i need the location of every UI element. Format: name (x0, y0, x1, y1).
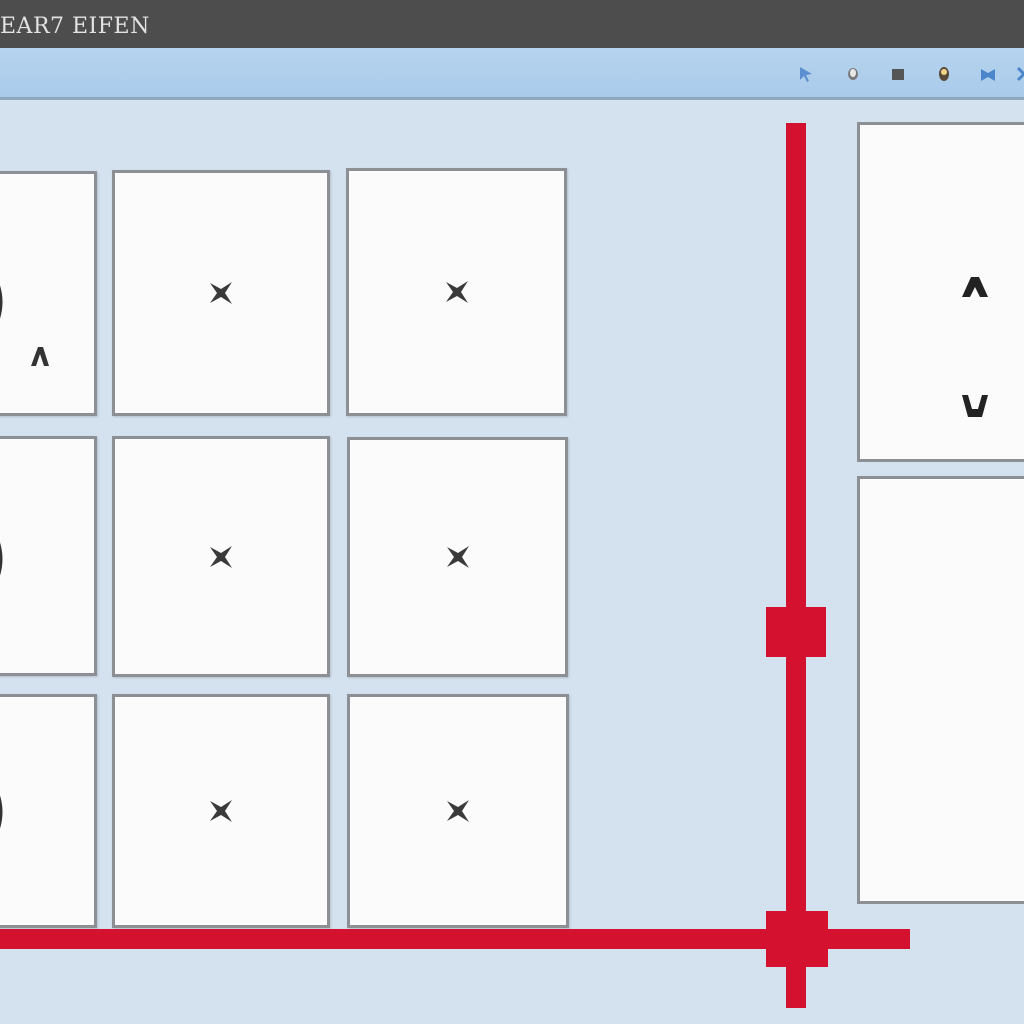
down-caret-icon[interactable] (960, 393, 990, 419)
bookmark-icon[interactable] (978, 64, 998, 84)
guide-handle[interactable] (766, 607, 826, 657)
grid-tile[interactable] (0, 171, 97, 416)
pointer-icon[interactable] (796, 64, 816, 84)
grid-tile[interactable] (0, 694, 97, 928)
grid-tile[interactable] (0, 436, 97, 676)
x-mark-icon (445, 281, 468, 303)
grid-tile[interactable] (112, 694, 330, 928)
pin-icon[interactable] (934, 64, 954, 84)
grid-tile[interactable] (347, 437, 568, 677)
up-caret-icon[interactable] (960, 275, 990, 299)
x-mark-icon (210, 800, 232, 822)
grid-tile[interactable] (346, 168, 567, 416)
x-mark-icon (210, 545, 232, 568)
square-icon[interactable] (888, 64, 908, 84)
grid-tile[interactable] (112, 170, 330, 416)
guide-intersection-handle[interactable] (766, 911, 828, 967)
x-mark-icon (446, 546, 469, 568)
bracket-icon (0, 542, 3, 576)
bracket-icon (0, 795, 3, 829)
a-glyph-icon (31, 347, 49, 366)
grid-tile[interactable] (112, 436, 330, 677)
x-mark-icon (447, 800, 469, 822)
dot-icon[interactable] (843, 64, 863, 84)
x-mark-icon (210, 282, 232, 304)
title-bar: EAR7 EIFEN (0, 0, 1024, 48)
vertical-guide-line[interactable] (786, 123, 806, 1008)
bracket-icon (0, 285, 3, 319)
close-icon[interactable] (1014, 64, 1024, 84)
grid-tile[interactable] (347, 694, 569, 928)
side-panel-top[interactable] (857, 122, 1024, 462)
toolbar (0, 48, 1024, 100)
side-panel-bottom[interactable] (857, 476, 1024, 904)
window-title: EAR7 EIFEN (0, 14, 150, 39)
